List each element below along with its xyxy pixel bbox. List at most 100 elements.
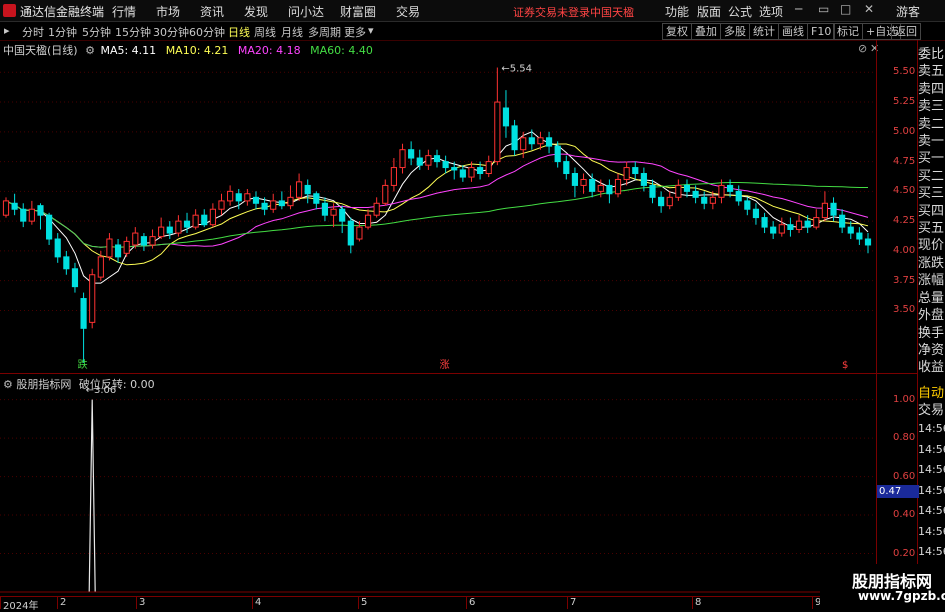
candle-body bbox=[175, 220, 182, 234]
candle-body bbox=[106, 238, 113, 258]
indicator-value: 破位反转: 0.00 bbox=[78, 378, 155, 391]
quote-field-label: 涨幅 bbox=[918, 273, 945, 289]
menu-discover[interactable]: 发现 bbox=[244, 3, 268, 20]
quote-field-label: 换手 bbox=[918, 325, 945, 341]
login-notice[interactable]: 证券交易未登录 bbox=[513, 4, 590, 20]
candle-body bbox=[313, 193, 320, 204]
minimize-icon[interactable]: ─ bbox=[795, 2, 802, 16]
menu-market[interactable]: 行情 bbox=[112, 3, 136, 20]
quote-field-label: 卖二 bbox=[918, 116, 945, 132]
candle-body bbox=[433, 155, 441, 163]
period-30m[interactable]: 30分钟 bbox=[153, 24, 189, 40]
candle-body bbox=[287, 196, 294, 207]
candle-body bbox=[166, 226, 173, 234]
indicator-tick: 0.20 bbox=[893, 547, 916, 559]
trade-time: 14:56 bbox=[918, 442, 945, 456]
menu-function[interactable]: 功能 bbox=[665, 3, 689, 20]
candle-body bbox=[640, 173, 647, 186]
tool-multi-stock[interactable]: 多股 bbox=[720, 23, 750, 40]
tool-stats[interactable]: 统计 bbox=[749, 23, 779, 40]
candle-body bbox=[778, 224, 785, 234]
candle-body bbox=[2, 200, 10, 216]
tool-mark[interactable]: 标记 bbox=[833, 23, 863, 40]
period-tab[interactable]: ▸ bbox=[4, 24, 10, 37]
candle-body bbox=[80, 298, 87, 329]
period-15m[interactable]: 15分钟 bbox=[115, 24, 151, 40]
signal-marker: $ bbox=[842, 360, 848, 371]
trade-time: 14:56 bbox=[918, 545, 945, 558]
quote-field-label: 买二 bbox=[918, 168, 945, 184]
candle-body bbox=[520, 137, 527, 151]
candle-body bbox=[580, 178, 587, 186]
quote-field-label: 收益 bbox=[918, 360, 945, 376]
candle-body bbox=[408, 149, 415, 159]
price-tick: 3.50 bbox=[893, 304, 916, 316]
candle-body bbox=[235, 193, 242, 202]
quote-field-label: 买一 bbox=[918, 151, 945, 167]
menu-options[interactable]: 选项 bbox=[759, 3, 783, 20]
candle-body bbox=[416, 157, 423, 166]
watermark-url: www.7gpzb.com bbox=[858, 589, 945, 603]
stock-badge: 中国天楹 bbox=[590, 6, 634, 19]
quote-field-label: 卖三 bbox=[918, 99, 945, 115]
menu-exchange[interactable]: 市场 bbox=[156, 3, 180, 20]
tool-overlay[interactable]: 叠加 bbox=[691, 23, 721, 40]
quote-field-label: 买三 bbox=[918, 186, 945, 202]
candle-body bbox=[683, 184, 691, 192]
menu-trade[interactable]: 交易 bbox=[396, 3, 420, 20]
period-more[interactable]: 更多 bbox=[344, 24, 366, 40]
price-tick: 4.00 bbox=[893, 244, 916, 256]
candle-body bbox=[339, 208, 346, 222]
close-icon[interactable]: ✕ bbox=[864, 2, 874, 16]
tool-back[interactable]: 返回 bbox=[891, 23, 921, 40]
kline-chart[interactable]: ←5.54←3.06跌涨 $ bbox=[0, 40, 918, 596]
period-weekly[interactable]: 周线 bbox=[254, 24, 276, 40]
period-multi[interactable]: 多周期 bbox=[308, 24, 341, 40]
period-60m[interactable]: 60分钟 bbox=[189, 24, 225, 40]
candle-body bbox=[252, 196, 260, 204]
auto-toggle[interactable]: 自动 bbox=[918, 385, 945, 402]
guest-user[interactable]: 游客 bbox=[896, 3, 920, 20]
period-daily[interactable]: 日线 bbox=[228, 24, 250, 40]
period-monthly[interactable]: 月线 bbox=[281, 24, 303, 40]
candle-body bbox=[545, 137, 553, 147]
candle-body bbox=[666, 196, 673, 207]
menu-ask[interactable]: 问小达 bbox=[288, 3, 324, 20]
x-tick bbox=[0, 597, 1, 609]
candle-body bbox=[839, 214, 846, 228]
candle-body bbox=[114, 244, 122, 258]
candle-body bbox=[451, 167, 458, 171]
candle-body bbox=[614, 178, 622, 195]
period-1m[interactable]: 1分钟 bbox=[48, 24, 77, 40]
trade-time: 14:56 bbox=[918, 524, 945, 538]
maximize-icon[interactable]: □ bbox=[840, 2, 851, 16]
x-tick-label: 4 bbox=[255, 597, 262, 608]
candle-body bbox=[46, 214, 53, 240]
menu-formula[interactable]: 公式 bbox=[728, 3, 752, 20]
chevron-down-icon[interactable]: ▾ bbox=[368, 24, 374, 37]
candle-body bbox=[761, 217, 768, 228]
price-tick: 4.75 bbox=[893, 155, 916, 167]
candle-body bbox=[485, 161, 492, 175]
tool-f10[interactable]: F10 bbox=[807, 23, 836, 40]
candle-body bbox=[382, 184, 389, 204]
high-price-label: ←5.54 bbox=[501, 64, 532, 75]
restore-icon[interactable]: ▭ bbox=[818, 2, 829, 16]
candle-body bbox=[468, 167, 475, 178]
candle-body bbox=[442, 161, 449, 169]
candle-body bbox=[554, 145, 561, 163]
quote-field-label: 现价 bbox=[918, 238, 945, 254]
settings-icon[interactable]: ⚙ bbox=[3, 378, 13, 391]
period-5m[interactable]: 5分钟 bbox=[82, 24, 111, 40]
candle-body bbox=[787, 224, 794, 230]
trade-label[interactable]: 交易 bbox=[918, 402, 945, 419]
tool-adjust[interactable]: 复权 bbox=[662, 23, 692, 40]
menu-layout[interactable]: 版面 bbox=[697, 3, 721, 20]
quote-field-label: 净资 bbox=[918, 342, 945, 358]
period-minute-chart[interactable]: 分时 bbox=[22, 24, 44, 40]
tool-draw[interactable]: 画线 bbox=[778, 23, 808, 40]
candle-body bbox=[821, 202, 828, 219]
menu-wealth[interactable]: 财富圈 bbox=[340, 3, 376, 20]
candle-body bbox=[97, 256, 104, 278]
menu-news[interactable]: 资讯 bbox=[200, 3, 224, 20]
